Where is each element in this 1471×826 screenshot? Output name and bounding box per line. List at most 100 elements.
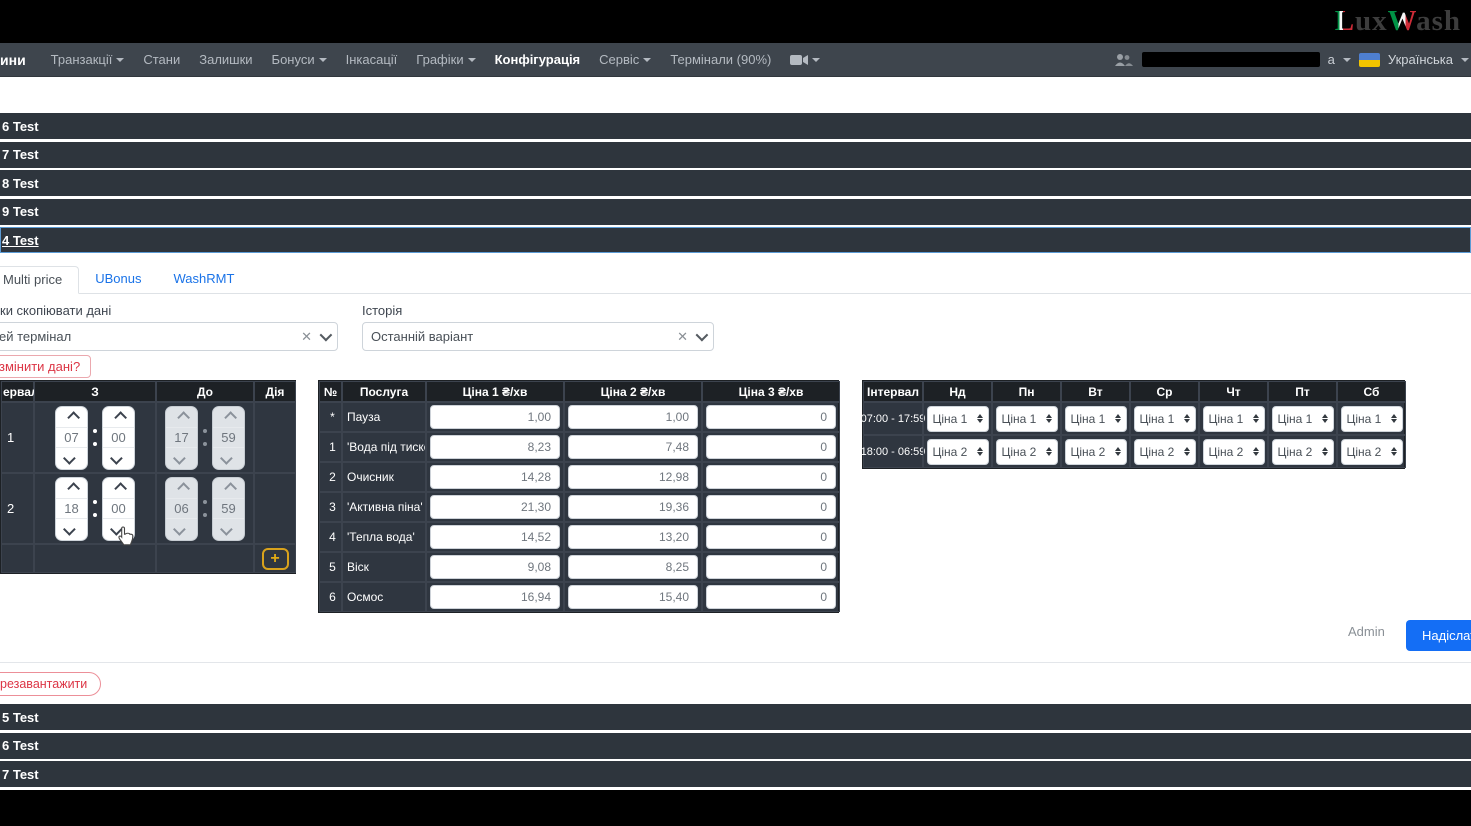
language-selector[interactable]: Українська [1388,52,1453,67]
spinner-down-icon[interactable] [63,523,76,536]
price-select-sat[interactable]: Ціна 2 [1341,439,1403,465]
price2-input[interactable] [568,465,698,489]
spinner-up-icon[interactable] [114,411,127,424]
price-select-fri[interactable]: Ціна 1 [1272,406,1334,432]
nav-item-bonuses[interactable]: Бонуси [272,52,327,67]
nav-item-collections[interactable]: Інкасації [346,52,398,67]
hour-value[interactable]: 18 [56,498,87,519]
price2-input[interactable] [568,405,698,429]
price2-input[interactable] [568,525,698,549]
clear-icon[interactable]: ✕ [677,329,688,345]
price3-input[interactable] [706,585,836,609]
service-name: Очисник [342,462,426,492]
spinner-down-icon[interactable] [110,523,123,536]
minute-spinner[interactable]: 00 [102,477,135,541]
price1-input[interactable] [430,405,560,429]
col-header-interval: Інтервал [863,381,923,402]
add-interval-button[interactable]: + [262,548,289,570]
terminal-row[interactable]: 7 Test [0,761,1471,787]
terminal-label[interactable]: 6 Test [2,738,39,753]
price-select-fri[interactable]: Ціна 2 [1272,439,1334,465]
price-select-tue[interactable]: Ціна 2 [1065,439,1127,465]
price1-input[interactable] [430,555,560,579]
price-select-sun[interactable]: Ціна 2 [927,439,989,465]
price1-input[interactable] [430,435,560,459]
hour-value[interactable]: 07 [56,427,87,448]
copy-from-select[interactable]: ей термінал ✕ [0,322,338,351]
price2-input[interactable] [568,435,698,459]
price3-input[interactable] [706,405,836,429]
price2-input[interactable] [568,585,698,609]
price3-input[interactable] [706,435,836,459]
select-arrows-icon [1115,414,1121,423]
minute-value[interactable]: 00 [103,427,134,448]
price-select-sat[interactable]: Ціна 1 [1341,406,1403,432]
price-select-tue[interactable]: Ціна 1 [1065,406,1127,432]
interval-header: ервал [1,381,34,402]
terminal-row[interactable]: 5 Test [0,704,1471,730]
terminal-row[interactable]: 8 Test [0,170,1471,196]
terminal-label[interactable]: 7 Test [2,147,39,162]
price3-input[interactable] [706,555,836,579]
terminal-label[interactable]: 5 Test [2,710,39,725]
nav-item-service[interactable]: Сервіс [599,52,651,67]
nav-item-charts[interactable]: Графіки [416,52,475,67]
price1-input[interactable] [430,585,560,609]
reload-button[interactable]: резавантажити [0,672,101,696]
tab-multi-price[interactable]: Multi price [0,266,79,294]
terminal-label[interactable]: 7 Test [2,767,39,782]
nav-item-balances[interactable]: Залишки [199,52,252,67]
col-header-tue: Вт [1061,381,1130,402]
chevron-down-icon[interactable] [696,329,709,342]
price3-input[interactable] [706,495,836,519]
price-select-mon[interactable]: Ціна 2 [996,439,1058,465]
price3-input[interactable] [706,465,836,489]
price3-input[interactable] [706,525,836,549]
price1-input[interactable] [430,495,560,519]
nav-item-terminals[interactable]: Термінали (90%) [670,52,771,67]
price1-input[interactable] [430,465,560,489]
hour-spinner[interactable]: 07 [55,406,88,470]
history-select[interactable]: Останній варіант ✕ [362,322,714,351]
to-header: До [156,381,254,402]
nav-item-transactions[interactable]: Транзакції [51,52,125,67]
price-select-wed[interactable]: Ціна 2 [1134,439,1196,465]
price2-input[interactable] [568,555,698,579]
nav-item-configuration[interactable]: Конфігурація [495,52,581,67]
terminal-row[interactable]: 6 Test [0,733,1471,759]
tab-ubonus[interactable]: UBonus [79,266,157,293]
nav-item-states[interactable]: Стани [143,52,180,67]
terminal-label[interactable]: 8 Test [2,176,39,191]
price1-input[interactable] [430,525,560,549]
navbar-brand[interactable]: ини [0,52,26,68]
price-select-mon[interactable]: Ціна 1 [996,406,1058,432]
terminal-row[interactable]: 9 Test [0,199,1471,225]
spinner-up-icon[interactable] [114,482,127,495]
terminal-row[interactable]: 7 Test [0,142,1471,168]
terminal-row[interactable]: 6 Test [0,113,1471,139]
submit-button[interactable]: Надіслати [1406,620,1471,651]
change-data-button[interactable]: змінити дані? [0,355,91,378]
minute-value[interactable]: 00 [103,498,134,519]
clear-icon[interactable]: ✕ [301,329,312,345]
hour-spinner[interactable]: 18 [55,477,88,541]
price2-input[interactable] [568,495,698,519]
minute-spinner[interactable]: 00 [102,406,135,470]
history-label: Історія [362,303,402,318]
price-select-sun[interactable]: Ціна 1 [927,406,989,432]
spinner-down-icon[interactable] [63,452,76,465]
nav-item-cameras[interactable] [790,54,820,66]
user-menu[interactable]: a [1328,52,1335,67]
terminal-label[interactable]: 6 Test [2,119,39,134]
spinner-up-icon[interactable] [67,411,80,424]
spinner-down-icon[interactable] [110,452,123,465]
price-select-wed[interactable]: Ціна 1 [1134,406,1196,432]
terminal-label[interactable]: 4 Test [2,233,39,248]
terminal-row-selected[interactable]: 4 Test [0,227,1471,253]
terminal-label[interactable]: 9 Test [2,204,39,219]
price-select-thu[interactable]: Ціна 1 [1203,406,1265,432]
chevron-down-icon[interactable] [320,329,333,342]
tab-washrmt[interactable]: WashRMT [158,266,251,293]
spinner-up-icon[interactable] [67,482,80,495]
price-select-thu[interactable]: Ціна 2 [1203,439,1265,465]
